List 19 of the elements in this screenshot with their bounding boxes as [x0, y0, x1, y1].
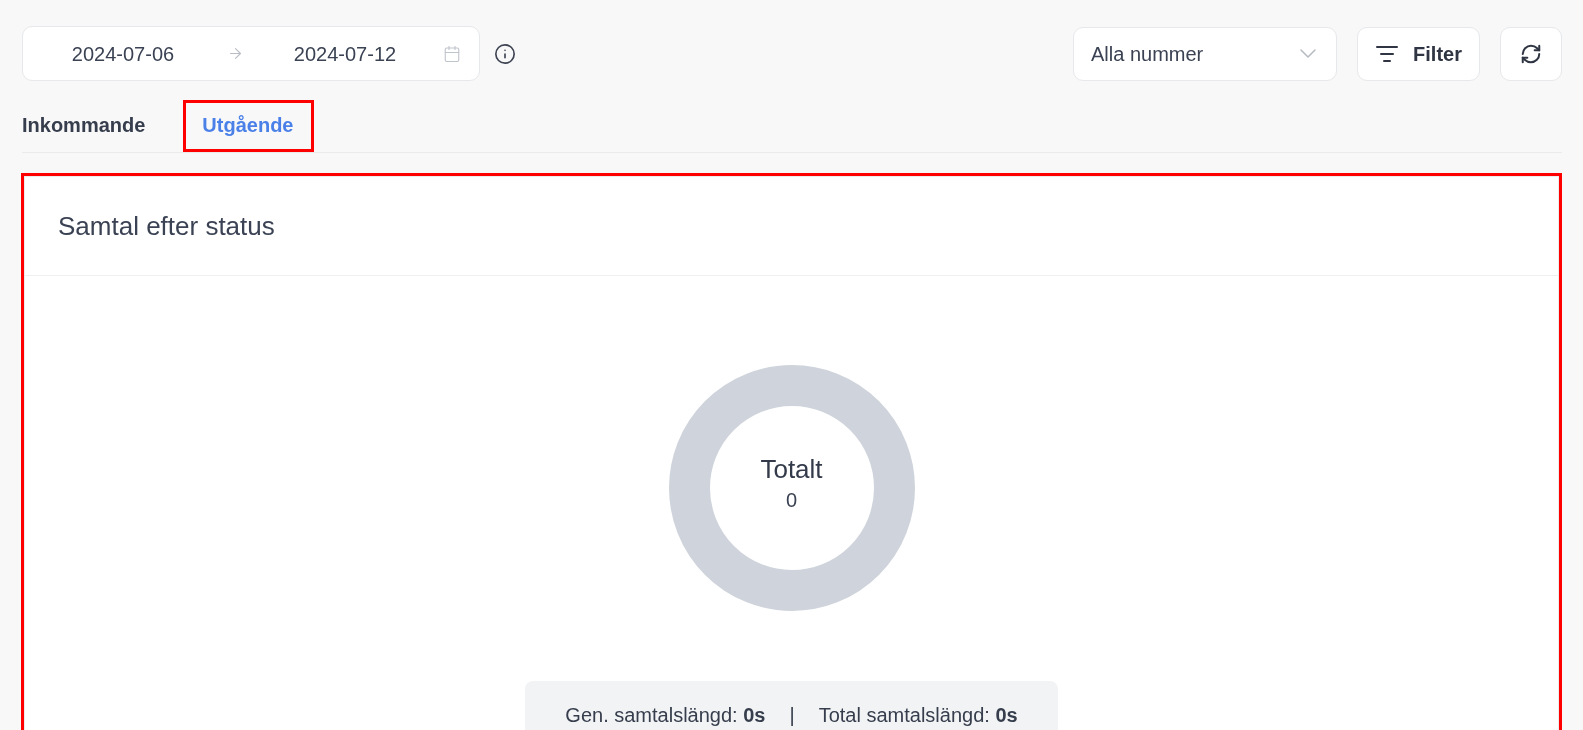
duration-stat: Gen. samtalslängd: 0s — [565, 703, 766, 727]
date-range-field[interactable]: 2024-07-06 2024-07-12 — [22, 26, 480, 81]
card-title: Samtal efter status — [58, 211, 275, 241]
separator: | — [789, 703, 795, 727]
info-icon[interactable] — [494, 42, 516, 65]
refresh-icon — [1520, 42, 1542, 65]
donut-center-label: Totalt — [760, 454, 823, 484]
select-value: Alla nummer — [1091, 41, 1204, 66]
number-select[interactable]: Alla nummer — [1073, 26, 1337, 81]
start-date[interactable]: 2024-07-06 — [23, 41, 223, 66]
donut-center-value: 0 — [785, 488, 798, 512]
arrow-right-icon — [227, 45, 244, 62]
duration-stat: Total samtalslängd: 0s — [818, 703, 1018, 727]
end-date[interactable]: 2024-07-12 — [252, 41, 438, 66]
tab[interactable]: Utgående — [202, 100, 294, 152]
tab[interactable]: Inkommande — [22, 100, 146, 152]
filter-button[interactable]: Filter — [1357, 26, 1480, 81]
refresh-button[interactable] — [1500, 26, 1562, 81]
chevron-down-icon — [1300, 49, 1316, 58]
